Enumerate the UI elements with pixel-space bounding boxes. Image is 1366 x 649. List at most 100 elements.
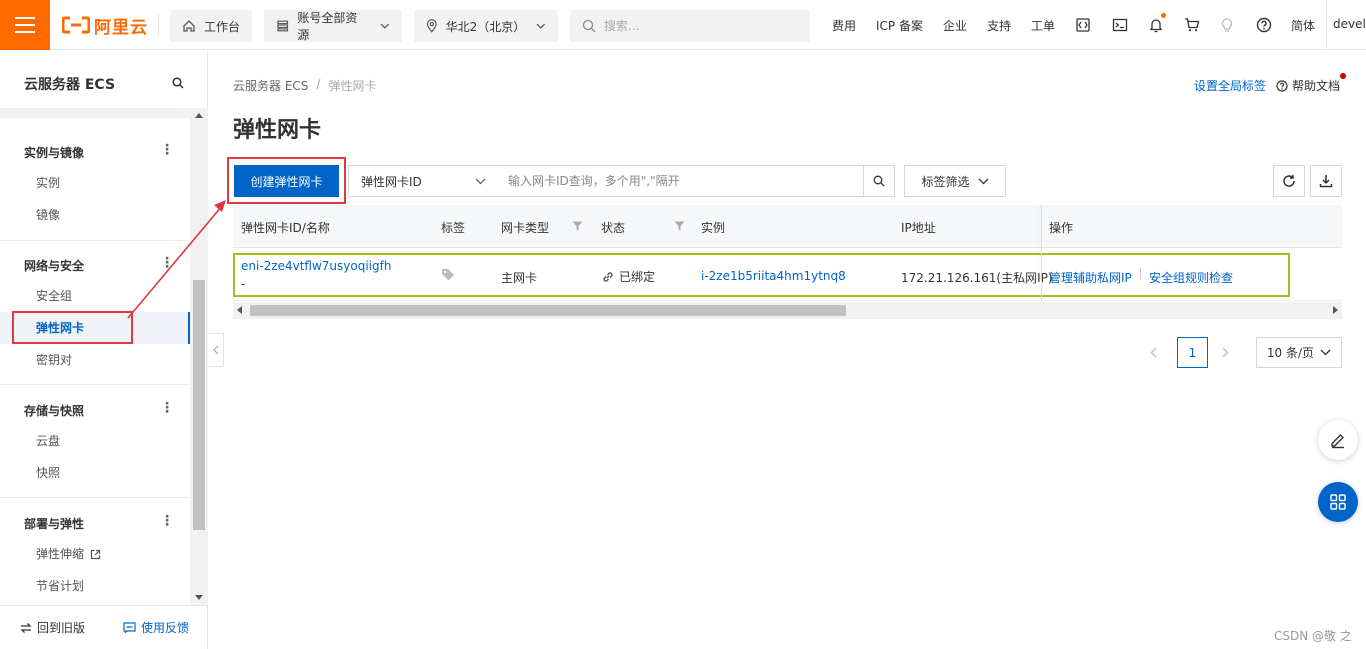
sidebar: 云服务器 ECS 实例与镜像 ⋮ 实例 镜像 网络与安全 ⋮ 安全组 弹性网卡 … — [0, 51, 208, 649]
ticket-link[interactable]: 工单 — [1031, 17, 1055, 34]
refresh-icon — [1283, 175, 1295, 187]
chevron-down-icon — [475, 178, 486, 184]
global-search[interactable] — [570, 10, 810, 42]
security-group-check-link[interactable]: 安全组规则检查 — [1149, 269, 1233, 286]
table-horizontal-scrollbar[interactable] — [233, 302, 1342, 319]
cart-button[interactable] — [1182, 15, 1202, 35]
logo-divider — [158, 14, 159, 36]
help-notification-dot — [1340, 73, 1347, 79]
sidebar-divider — [0, 497, 190, 498]
more-vertical-icon[interactable]: ⋮ — [160, 513, 174, 529]
help-button[interactable] — [1254, 15, 1274, 35]
sidebar-item-security-groups[interactable]: 安全组 — [0, 280, 190, 312]
tag-icon[interactable] — [441, 268, 455, 281]
tag-filter-dropdown[interactable]: 标签筛选 — [904, 165, 1006, 197]
sidebar-group-deployment-elasticity[interactable]: 部署与弹性 — [24, 515, 84, 532]
global-search-input[interactable] — [604, 19, 784, 33]
aliyun-logo-icon — [62, 16, 90, 34]
breadcrumb-item-current: 弹性网卡 — [328, 79, 377, 93]
cloud-shell-button[interactable] — [1073, 15, 1093, 35]
logo-text: 阿里云 — [94, 17, 148, 38]
sidebar-item-eni[interactable]: 弹性网卡 — [0, 312, 190, 344]
menu-button[interactable] — [0, 0, 50, 50]
sidebar-item-auto-scaling[interactable]: 弹性伸缩 — [0, 538, 190, 570]
eni-id-link[interactable]: eni-2ze4vtflw7usyoqiigfh — [241, 259, 391, 273]
pagination-prev-button[interactable] — [1138, 337, 1168, 367]
chevron-left-icon — [212, 345, 218, 355]
scroll-right-arrow[interactable] — [1333, 306, 1338, 314]
enterprise-link[interactable]: 企业 — [943, 17, 967, 34]
tips-button[interactable] — [1217, 15, 1237, 35]
search-icon — [172, 77, 184, 89]
feedback-button[interactable]: 使用反馈 — [123, 619, 189, 636]
page-size-select[interactable]: 10 条/页 — [1256, 337, 1342, 368]
chevron-left-icon — [1150, 347, 1156, 357]
swap-icon — [20, 622, 32, 633]
sidebar-item-key-pairs[interactable]: 密钥对 — [0, 344, 190, 376]
fixed-column-shadow — [1041, 205, 1042, 302]
scroll-down-arrow[interactable] — [195, 595, 203, 600]
sidebar-divider-strip — [0, 108, 190, 118]
terminal-icon — [1112, 18, 1128, 32]
more-vertical-icon[interactable]: ⋮ — [160, 400, 174, 416]
sidebar-item-images[interactable]: 镜像 — [0, 199, 190, 231]
instance-id-link[interactable]: i-2ze1b5riita4hm1ytnq8 — [701, 269, 846, 283]
page-header-actions: 设置全局标签 帮助文档 — [1194, 73, 1347, 94]
workbench-button[interactable]: 工作台 — [170, 10, 252, 42]
sidebar-group-storage-snapshots[interactable]: 存储与快照 — [24, 402, 84, 419]
notifications-button[interactable] — [1146, 13, 1166, 35]
sidebar-collapse-button[interactable] — [208, 333, 224, 367]
question-circle-icon — [1256, 17, 1272, 33]
region-selector[interactable]: 华北2（北京） — [414, 10, 558, 42]
filter-funnel-icon[interactable] — [572, 221, 583, 231]
aliyun-logo[interactable]: 阿里云 — [62, 14, 148, 38]
scrollbar-thumb[interactable] — [193, 280, 205, 530]
pagination-next-button[interactable] — [1210, 337, 1240, 367]
filter-field-select[interactable]: 弹性网卡ID — [348, 165, 497, 197]
sidebar-item-disks[interactable]: 云盘 — [0, 425, 190, 457]
help-docs-link[interactable]: 帮助文档 — [1276, 73, 1347, 94]
set-global-tags-link[interactable]: 设置全局标签 — [1194, 77, 1266, 94]
sidebar-group-network-security[interactable]: 网络与安全 — [24, 257, 84, 274]
back-to-old-version-button[interactable]: 回到旧版 — [20, 619, 85, 636]
icp-link[interactable]: ICP 备案 — [876, 17, 923, 34]
breadcrumb-item-ecs[interactable]: 云服务器 ECS — [233, 77, 308, 94]
sidebar-group-instances-images[interactable]: 实例与镜像 — [24, 144, 84, 161]
manage-secondary-ip-link[interactable]: 管理辅助私网IP — [1049, 269, 1132, 286]
scrollbar-thumb[interactable] — [250, 305, 846, 316]
filter-funnel-icon[interactable] — [674, 221, 685, 231]
back-to-old-version-label: 回到旧版 — [37, 621, 86, 635]
export-button[interactable] — [1310, 165, 1342, 197]
sidebar-item-snapshots[interactable]: 快照 — [0, 457, 190, 489]
fees-link[interactable]: 费用 — [832, 17, 856, 34]
user-account[interactable]: devel — [1326, 0, 1366, 50]
sidebar-item-savings-plan[interactable]: 节省计划 — [0, 570, 190, 602]
column-header-actions: 操作 — [1049, 221, 1074, 235]
sidebar-item-instances[interactable]: 实例 — [0, 167, 190, 199]
external-link-icon — [90, 549, 101, 560]
page-size-label: 10 条/页 — [1266, 346, 1315, 360]
scroll-left-arrow[interactable] — [237, 306, 242, 314]
top-bar: 阿里云 工作台 账号全部资源 华北2（北京） 费用 ICP 备案 企业 — [0, 0, 1366, 50]
sidebar-title: 云服务器 ECS — [24, 77, 116, 93]
scroll-up-arrow[interactable] — [195, 113, 203, 118]
sidebar-search-button[interactable] — [172, 77, 184, 89]
floating-apps-button[interactable] — [1318, 482, 1358, 522]
resource-selector[interactable]: 账号全部资源 — [264, 10, 402, 42]
sidebar-scrollbar[interactable] — [190, 108, 208, 605]
more-vertical-icon[interactable]: ⋮ — [160, 255, 174, 271]
terminal-button[interactable] — [1110, 15, 1130, 35]
column-header-instance: 实例 — [701, 221, 726, 235]
eni-id-search-input[interactable] — [496, 165, 864, 197]
chevron-down-icon — [1320, 349, 1331, 356]
pagination-page-1[interactable]: 1 — [1177, 337, 1208, 368]
breadcrumb: 云服务器 ECS / 弹性网卡 — [233, 77, 376, 94]
floating-edit-button[interactable] — [1318, 420, 1358, 460]
search-submit-button[interactable] — [863, 165, 895, 197]
question-circle-icon — [1276, 79, 1288, 92]
refresh-button[interactable] — [1273, 165, 1305, 197]
support-link[interactable]: 支持 — [987, 17, 1011, 34]
language-switch[interactable]: 简体 — [1291, 17, 1315, 34]
more-vertical-icon[interactable]: ⋮ — [160, 142, 174, 158]
bell-icon — [1149, 19, 1163, 33]
